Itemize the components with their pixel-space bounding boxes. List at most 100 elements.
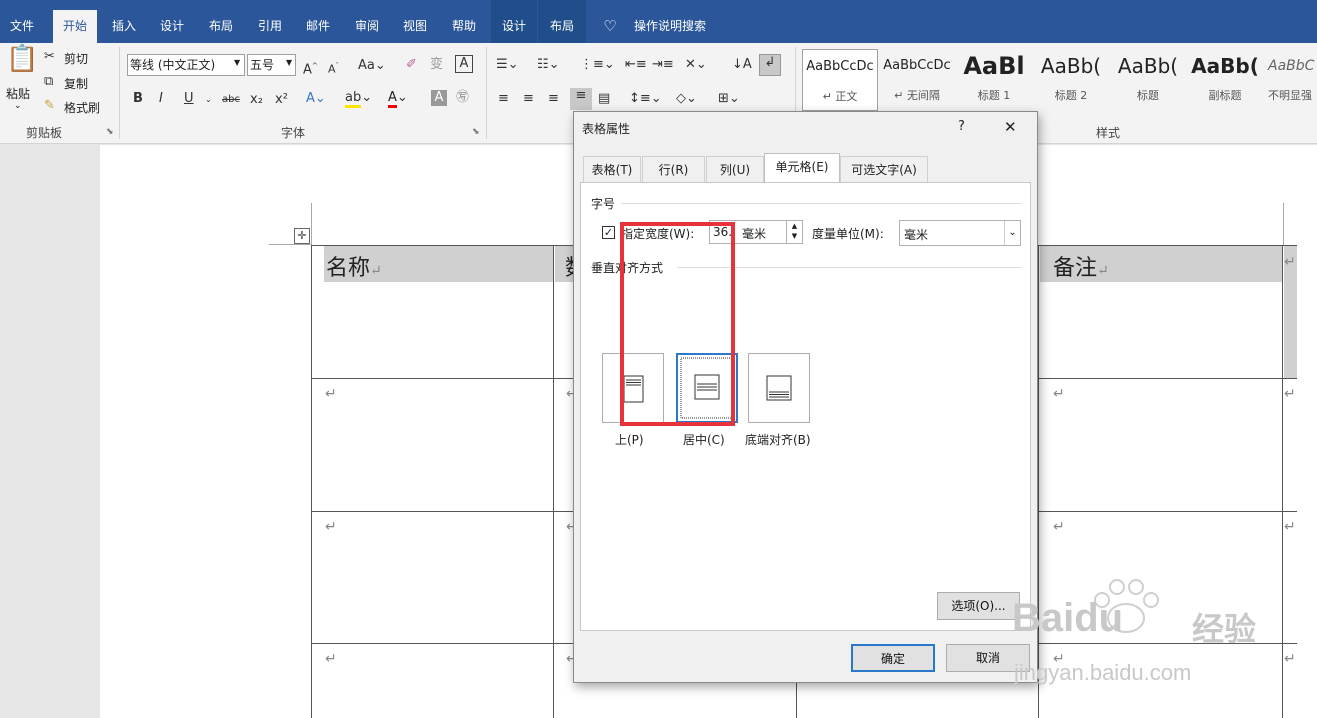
valign-top-label[interactable]: 上(P) — [615, 431, 644, 448]
cell-return-mark[interactable]: ↵ — [325, 386, 337, 402]
ok-button[interactable]: 确定 — [851, 644, 935, 672]
change-case-icon[interactable]: Aa⌄ — [358, 58, 386, 74]
cell-return-mark[interactable]: ↵ — [1053, 519, 1065, 535]
font-name-combo[interactable]: 等线 (中文正文) — [127, 54, 245, 76]
bold-icon[interactable]: B — [133, 91, 143, 107]
header-cell-name[interactable]: 名称↵ — [326, 250, 382, 282]
clipboard-launcher-icon[interactable]: ⬊ — [106, 127, 114, 137]
cell-return-mark[interactable]: ↵ — [325, 519, 337, 535]
clear-formatting-icon[interactable]: ✐ — [406, 57, 417, 73]
subscript-icon[interactable]: x₂ — [250, 92, 263, 108]
chevron-down-icon[interactable]: ⌄ — [205, 92, 212, 108]
chevron-down-icon[interactable]: ▼ — [286, 58, 292, 67]
text-effects-icon[interactable]: A⌄ — [306, 91, 326, 107]
tab-review[interactable]: 审阅 — [349, 14, 385, 38]
bullets-icon[interactable]: ☰⌄ — [496, 57, 519, 73]
separator — [119, 47, 120, 139]
format-painter-button[interactable]: 格式刷 — [64, 99, 100, 116]
tab-table[interactable]: 表格(T) — [583, 156, 641, 182]
header-cell-notes[interactable]: 备注↵ — [1053, 250, 1109, 282]
justify-icon[interactable]: ≡ — [570, 88, 592, 110]
spinner-arrows-icon[interactable]: ▲ ▼ — [786, 221, 802, 243]
italic-icon[interactable]: I — [159, 91, 163, 107]
cell-return-mark: ↵ — [1284, 651, 1296, 667]
paste-icon[interactable]: 📋 — [6, 46, 38, 85]
options-button[interactable]: 选项(O)... — [937, 592, 1020, 620]
tab-row[interactable]: 行(R) — [642, 156, 705, 182]
chevron-down-icon[interactable]: ⌄ — [1004, 221, 1020, 245]
align-left-icon[interactable]: ≡ — [498, 91, 509, 107]
underline-icon[interactable]: U — [184, 91, 194, 107]
style-preview: AaBl — [963, 52, 1025, 80]
tell-me-search[interactable]: 操作说明搜索 — [628, 14, 712, 38]
style-subtle-emphasis[interactable]: AaBbC 不明显强 — [1264, 49, 1317, 111]
shading-icon[interactable]: ◇⌄ — [676, 91, 697, 107]
paste-button[interactable]: 粘贴 — [6, 85, 30, 102]
valign-bottom-button[interactable] — [748, 353, 810, 423]
superscript-icon[interactable]: x² — [275, 92, 288, 108]
copy-button[interactable]: 复制 — [64, 75, 88, 92]
tab-cell[interactable]: 单元格(E) — [764, 153, 840, 183]
tab-layout[interactable]: 布局 — [203, 14, 239, 38]
tab-column[interactable]: 列(U) — [706, 156, 764, 182]
measure-unit-select[interactable]: 毫米 ⌄ — [899, 220, 1021, 246]
measure-unit-label: 度量单位(M): — [812, 227, 884, 241]
enclose-characters-icon[interactable]: ㊢ — [456, 90, 469, 106]
paste-dropdown-icon[interactable]: ⌄ — [14, 101, 22, 111]
style-no-spacing[interactable]: AaBbCcDc ↵ 无间隔 — [879, 49, 955, 111]
tab-mailings[interactable]: 邮件 — [300, 14, 336, 38]
show-marks-icon[interactable]: ↲ — [759, 54, 781, 76]
increase-indent-icon[interactable]: ⇥≡ — [652, 57, 674, 73]
shrink-font-icon[interactable]: Aˇ — [328, 58, 339, 78]
style-normal[interactable]: AaBbCcDc ↵ 正文 — [802, 49, 878, 111]
tab-table-layout[interactable]: 布局 — [538, 0, 586, 43]
width-unit: 毫米 — [742, 227, 767, 241]
table-move-handle-icon[interactable]: ✛ — [294, 228, 310, 244]
style-heading-2[interactable]: AaBb( 标题 2 — [1033, 49, 1109, 111]
help-icon[interactable]: ? — [958, 119, 965, 134]
tab-help[interactable]: 帮助 — [446, 14, 482, 38]
style-title[interactable]: AaBb( 标题 — [1110, 49, 1186, 111]
valign-bottom-icon — [766, 375, 792, 401]
chevron-down-icon[interactable]: ▼ — [234, 58, 240, 67]
font-size-value: 五号 — [250, 58, 275, 72]
tab-insert[interactable]: 插入 — [106, 14, 142, 38]
tab-home[interactable]: 开始 — [53, 10, 97, 43]
watermark-logo: Baidu — [1012, 596, 1124, 640]
highlight-icon[interactable]: ab⌄ — [345, 90, 372, 108]
valign-bottom-label[interactable]: 底端对齐(B) — [745, 431, 811, 448]
align-right-icon[interactable]: ≡ — [548, 91, 559, 107]
tab-view[interactable]: 视图 — [397, 14, 433, 38]
character-border-icon[interactable]: A — [455, 55, 473, 73]
font-launcher-icon[interactable]: ⬊ — [472, 127, 480, 137]
tab-alt-text[interactable]: 可选文字(A) — [840, 156, 928, 182]
style-heading-1[interactable]: AaBl 标题 1 — [956, 49, 1032, 111]
decrease-indent-icon[interactable]: ⇤≡ — [625, 57, 647, 73]
multilevel-list-icon[interactable]: ⋮≡⌄ — [580, 57, 615, 73]
style-subtitle[interactable]: AaBb( 副标题 — [1187, 49, 1263, 111]
width-checkbox[interactable]: ✓ — [602, 226, 615, 239]
line-spacing-icon[interactable]: ↕≡⌄ — [629, 91, 662, 107]
font-name-value: 等线 (中文正文) — [130, 58, 216, 72]
cell-return-mark[interactable]: ↵ — [325, 651, 337, 667]
character-shading-icon[interactable]: A — [431, 90, 447, 106]
tab-file[interactable]: 文件 — [4, 14, 40, 38]
numbering-icon[interactable]: ☷⌄ — [537, 57, 560, 73]
font-color-icon[interactable]: A⌄ — [388, 90, 408, 108]
strikethrough-icon[interactable]: abc — [222, 92, 240, 108]
borders-icon[interactable]: ⊞⌄ — [718, 91, 740, 107]
cell-return-mark[interactable]: ↵ — [1053, 386, 1065, 402]
tab-design[interactable]: 设计 — [154, 14, 190, 38]
tab-table-design[interactable]: 设计 — [491, 0, 537, 43]
valign-center-label[interactable]: 居中(C) — [683, 431, 725, 448]
close-icon[interactable]: ✕ — [1004, 118, 1017, 136]
cut-button[interactable]: 剪切 — [64, 50, 88, 67]
chinese-layout-icon[interactable]: ✕⌄ — [685, 57, 707, 73]
grow-font-icon[interactable]: A^ — [303, 58, 318, 78]
distributed-icon[interactable]: ▤ — [598, 91, 610, 107]
phonetic-guide-icon[interactable]: 变 — [430, 57, 443, 73]
sort-icon[interactable]: ↓A — [732, 57, 752, 73]
style-name: 标题 — [1137, 89, 1159, 102]
align-center-icon[interactable]: ≡ — [523, 91, 534, 107]
tab-references[interactable]: 引用 — [252, 14, 288, 38]
